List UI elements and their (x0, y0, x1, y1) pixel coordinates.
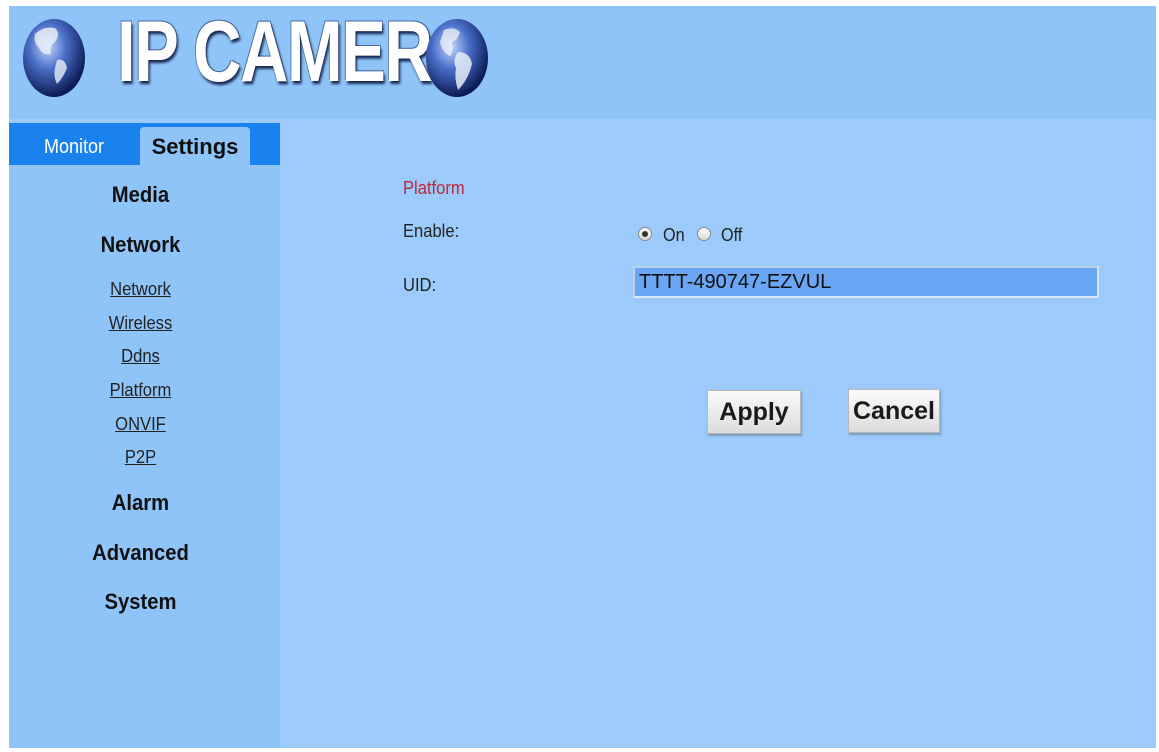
uid-input[interactable] (633, 266, 1099, 298)
apply-button[interactable]: Apply (707, 390, 801, 434)
tab-settings[interactable]: Settings (140, 127, 250, 165)
radio-off-label: Off (721, 225, 743, 245)
sidebar: Media Network Network Wireless Ddns Plat… (9, 165, 280, 748)
cancel-button[interactable]: Cancel (848, 389, 940, 433)
uid-label: UID: (403, 275, 437, 295)
enable-label: Enable: (403, 221, 460, 241)
sidebar-item-alarm[interactable]: Alarm (20, 490, 262, 516)
main-panel: Platform Enable: On Off UID: Apply Cance… (280, 119, 1156, 748)
sidebar-item-network[interactable]: Network (20, 232, 262, 258)
tab-monitor[interactable]: Monitor (16, 123, 133, 165)
tab-bar: Monitor Settings (9, 123, 280, 165)
sidebar-link-onvif[interactable]: ONVIF (20, 414, 262, 435)
sidebar-link-p2p[interactable]: P2P (20, 447, 262, 468)
sidebar-link-wireless[interactable]: Wireless (20, 313, 262, 334)
sidebar-item-advanced[interactable]: Advanced (20, 540, 262, 566)
sidebar-link-network[interactable]: Network (20, 279, 262, 300)
globe-icon (23, 19, 85, 97)
section-title: Platform (403, 178, 465, 198)
sidebar-link-platform[interactable]: Platform (20, 380, 262, 401)
radio-off[interactable] (697, 227, 711, 241)
app-frame: IP CAMERA Monitor Settings Media Network… (9, 4, 1156, 748)
globe-icon (426, 19, 488, 97)
header-banner: IP CAMERA (9, 4, 1156, 119)
radio-on[interactable] (638, 227, 652, 241)
sidebar-item-media[interactable]: Media (20, 182, 262, 208)
sidebar-item-system[interactable]: System (20, 589, 262, 615)
radio-on-label: On (663, 225, 685, 245)
sidebar-link-ddns[interactable]: Ddns (20, 346, 262, 367)
